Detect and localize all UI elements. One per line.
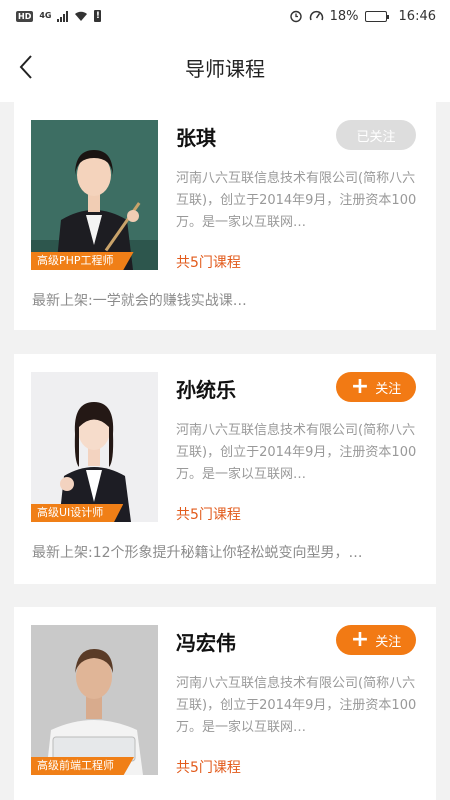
page-title: 导师课程	[185, 56, 265, 81]
teacher-card[interactable]: 高级PHP工程师 张琪 已关注 河南八六互联信息技术有限公司(简称八六互联)，创…	[14, 102, 436, 330]
header: 导师课程	[0, 32, 450, 102]
follow-label: 关注	[375, 634, 402, 650]
teacher-list[interactable]: 高级PHP工程师 张琪 已关注 河南八六互联信息技术有限公司(简称八六互联)，创…	[0, 102, 450, 800]
follow-button[interactable]: + 关注	[336, 625, 416, 655]
signal-icon	[57, 10, 69, 22]
teacher-description: 河南八六互联信息技术有限公司(简称八六互联)，创立于2014年9月，注册资本10…	[176, 423, 417, 482]
teacher-photo: 高级PHP工程师	[31, 120, 158, 270]
follow-label: 关注	[375, 381, 402, 397]
teacher-photo: 高级UI设计师	[31, 372, 158, 522]
teacher-name: 冯宏伟	[176, 631, 236, 655]
status-bar: HD 4G ! 18% 16:46	[0, 0, 450, 32]
teacher-photo: 高级前端工程师	[31, 625, 158, 775]
battery-percent: 18%	[329, 8, 359, 24]
latest-course[interactable]: 最新上架:一学就会的赚钱实战课…	[32, 290, 422, 310]
alert-icon: !	[94, 10, 102, 22]
network-type: 4G	[39, 11, 52, 20]
alarm-icon	[289, 10, 302, 23]
back-arrow-icon[interactable]	[16, 52, 38, 82]
teacher-description: 河南八六互联信息技术有限公司(简称八六互联)，创立于2014年9月，注册资本10…	[176, 171, 417, 230]
speed-icon	[309, 10, 323, 21]
teacher-title-tag: 高级PHP工程师	[31, 252, 134, 270]
teacher-name: 孙统乐	[176, 378, 236, 402]
course-count[interactable]: 共5门课程	[176, 757, 241, 777]
teacher-card[interactable]: 高级前端工程师 冯宏伟 + 关注 河南八六互联信息技术有限公司(简称八六互联)，…	[14, 607, 436, 800]
latest-course[interactable]: 最新上架:12个形象提升秘籍让你轻松蜕变向型男，…	[32, 542, 422, 562]
plus-icon: +	[350, 374, 370, 399]
hd-icon: HD	[16, 10, 34, 22]
teacher-name: 张琪	[176, 126, 216, 150]
teacher-title-tag: 高级UI设计师	[31, 504, 124, 522]
plus-icon: +	[350, 627, 370, 652]
followed-button[interactable]: 已关注	[336, 120, 416, 150]
wifi-icon	[75, 11, 88, 21]
battery-icon	[364, 10, 389, 22]
teacher-title-tag: 高级前端工程师	[31, 757, 134, 775]
follow-button[interactable]: + 关注	[336, 372, 416, 402]
teacher-description: 河南八六互联信息技术有限公司(简称八六互联)，创立于2014年9月，注册资本10…	[176, 676, 417, 735]
course-count[interactable]: 共5门课程	[176, 504, 241, 524]
clock-time: 16:46	[398, 8, 436, 24]
teacher-card[interactable]: 高级UI设计师 孙统乐 + 关注 河南八六互联信息技术有限公司(简称八六互联)，…	[14, 354, 436, 584]
follow-label: 已关注	[356, 129, 396, 145]
course-count[interactable]: 共5门课程	[176, 252, 241, 272]
